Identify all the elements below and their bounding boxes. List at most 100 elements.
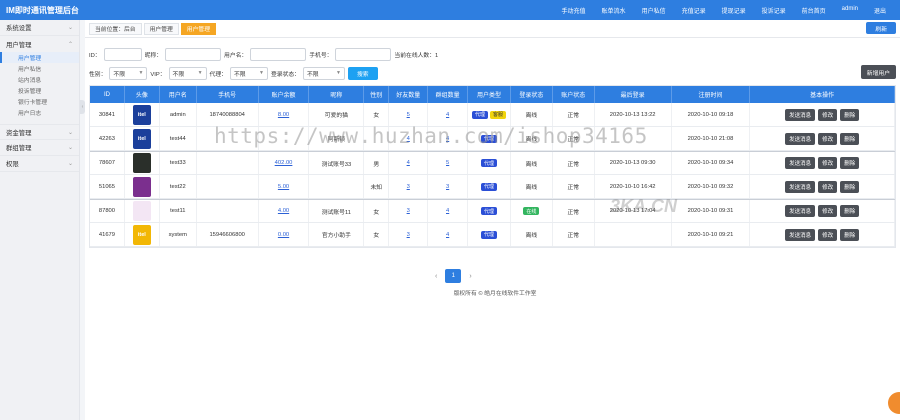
cell-friends: 4	[389, 127, 429, 150]
last-login: 2020-10-10 16:42	[609, 183, 656, 190]
groups-count-link[interactable]: 4	[446, 232, 449, 238]
sidebar-group-funds[interactable]: 资金管理 ⌄	[0, 124, 79, 140]
login-status: 离线	[525, 233, 538, 239]
vip-select[interactable]: 不限 ▼	[168, 66, 207, 80]
sidebar-item-user-management[interactable]: 用户管理	[0, 52, 79, 63]
send-message-button[interactable]: 发送消息	[785, 228, 816, 241]
edit-button[interactable]: 修改	[818, 180, 838, 193]
cell-gender: 女	[364, 223, 390, 246]
nav-manual-recharge[interactable]: 手动充值	[554, 6, 594, 15]
edit-button[interactable]: 修改	[818, 132, 838, 145]
groups-count-link[interactable]: 4	[446, 112, 449, 118]
sidebar-group-groups[interactable]: 群组管理 ⌄	[0, 140, 79, 156]
delete-button[interactable]: 删除	[840, 180, 860, 193]
tab-user-management[interactable]: 用户管理	[180, 22, 216, 35]
username-input[interactable]	[250, 47, 307, 61]
delete-button[interactable]: 删除	[840, 205, 860, 217]
add-user-button[interactable]: 新增用户	[860, 65, 896, 79]
cell-gender	[364, 127, 390, 150]
nav-complaint-records[interactable]: 投诉记录	[754, 6, 794, 15]
send-message-button[interactable]: 发送消息	[785, 132, 816, 145]
balance-link[interactable]: 4.00	[278, 208, 289, 214]
balance-link[interactable]: 0.00	[278, 232, 289, 238]
sidebar-item-bank-cards[interactable]: 银行卡管理	[0, 96, 79, 107]
send-message-button[interactable]: 发送消息	[785, 180, 816, 193]
table-row: 51065 test22 5.00 未知 3 3 代理 离线 正常 2020-10-10 16:4…	[90, 175, 895, 199]
id-input[interactable]	[103, 47, 142, 61]
groups-count-link[interactable]: 5	[446, 160, 449, 166]
gender: 女	[373, 233, 380, 239]
friends-count-link[interactable]: 4	[407, 136, 410, 142]
phone-input[interactable]	[335, 47, 392, 61]
cell-user-type: 代理	[468, 200, 511, 222]
friends-count-link[interactable]: 5	[407, 112, 410, 118]
cell-user-type: 代理	[468, 223, 511, 246]
send-message-button[interactable]: 发送消息	[785, 108, 816, 121]
refresh-button[interactable]: 刷新	[866, 22, 896, 34]
delete-button[interactable]: 删除	[840, 228, 860, 241]
nav-admin-user[interactable]: admin	[834, 6, 866, 15]
prev-page-icon[interactable]: ‹	[435, 273, 437, 280]
sidebar-item-user-logs[interactable]: 用户日志	[0, 107, 79, 118]
balance-link[interactable]: 8.00	[278, 112, 289, 118]
chevron-down-icon: ⌄	[67, 129, 73, 136]
nav-logout[interactable]: 退出	[866, 6, 894, 15]
column-header: ID	[90, 86, 125, 103]
account-status: 正常	[567, 185, 580, 191]
main-content: 当前位置：后台 用户管理 用户管理 刷新 ID： 昵称： 用户名： 手机号： 当…	[85, 20, 900, 420]
edit-button[interactable]: 修改	[818, 205, 838, 217]
send-message-button[interactable]: 发送消息	[785, 157, 816, 169]
friends-count-link[interactable]: 3	[407, 232, 410, 238]
sidebar-group-system-settings[interactable]: 系统设置 ⌄	[0, 20, 79, 36]
cell-reg-time: 2020-10-10 21:08	[672, 127, 751, 150]
edit-button[interactable]: 修改	[818, 108, 838, 121]
avatar	[132, 176, 151, 197]
cell-username: test33	[160, 152, 197, 174]
cell-groups: 3	[428, 175, 469, 198]
caret-down-icon: ▼	[259, 70, 264, 76]
delete-button[interactable]: 删除	[840, 132, 860, 145]
page-number-current[interactable]: 1	[445, 269, 462, 283]
cell-user-type: 代理 客服	[468, 103, 511, 126]
nav-withdraw-records[interactable]: 提现记录	[714, 6, 754, 15]
breadcrumb-user-management[interactable]: 用户管理	[143, 22, 179, 35]
cell-id: 78607	[90, 152, 125, 174]
balance-link[interactable]: 402.00	[275, 160, 293, 166]
sidebar-item-user-messages[interactable]: 用户私信	[0, 63, 79, 74]
cell-nickname: 官方小助手	[309, 223, 365, 246]
sidebar-item-complaints[interactable]: 投诉管理	[0, 85, 79, 96]
cell-reg-time: 2020-10-10 09:18	[672, 103, 751, 126]
search-button[interactable]: 搜索	[347, 66, 378, 80]
friends-count-link[interactable]: 4	[407, 160, 410, 166]
sidebar-group-user-management[interactable]: 用户管理 ⌃	[0, 36, 79, 52]
sidebar-group-permissions[interactable]: 权限 ⌄	[0, 156, 79, 172]
groups-count-link[interactable]: 4	[446, 208, 449, 214]
agent-select[interactable]: 不限 ▼	[229, 66, 268, 80]
delete-button[interactable]: 删除	[840, 157, 860, 169]
balance-link[interactable]: 5.00	[278, 184, 289, 190]
agent-label: 代理：	[209, 71, 227, 78]
nav-recharge-records[interactable]: 充值记录	[674, 6, 714, 15]
groups-count-link[interactable]: 3	[446, 184, 449, 190]
login-status-select[interactable]: 不限 ▼	[302, 66, 345, 80]
friends-count-link[interactable]: 3	[407, 184, 410, 190]
nickname: 测试账号11	[321, 209, 351, 216]
groups-count-link[interactable]: 4	[446, 136, 449, 142]
next-page-icon[interactable]: ›	[469, 273, 471, 280]
last-login: 2020-10-13 13:22	[609, 111, 656, 118]
table-body: 30841 itel admin 18740088804 8.00 可爱的猫女 5 4 代理 客服…	[90, 103, 895, 247]
sidebar-item-site-messages[interactable]: 站内消息	[0, 74, 79, 85]
nav-frontend-home[interactable]: 前台首页	[794, 6, 834, 15]
edit-button[interactable]: 修改	[818, 228, 838, 241]
cell-login-status: 离线	[511, 223, 553, 246]
send-message-button[interactable]: 发送消息	[785, 205, 816, 217]
nav-billing-flow[interactable]: 账单流水	[594, 6, 634, 15]
chevron-up-icon: ⌃	[67, 41, 73, 48]
edit-button[interactable]: 修改	[818, 157, 838, 169]
friends-count-link[interactable]: 3	[407, 208, 410, 214]
gender-select[interactable]: 不限 ▼	[109, 66, 148, 80]
delete-button[interactable]: 删除	[840, 108, 860, 121]
cell-balance: 402.00	[259, 152, 310, 174]
nickname-input[interactable]	[165, 47, 222, 61]
nav-user-messages[interactable]: 用户私信	[634, 6, 674, 15]
